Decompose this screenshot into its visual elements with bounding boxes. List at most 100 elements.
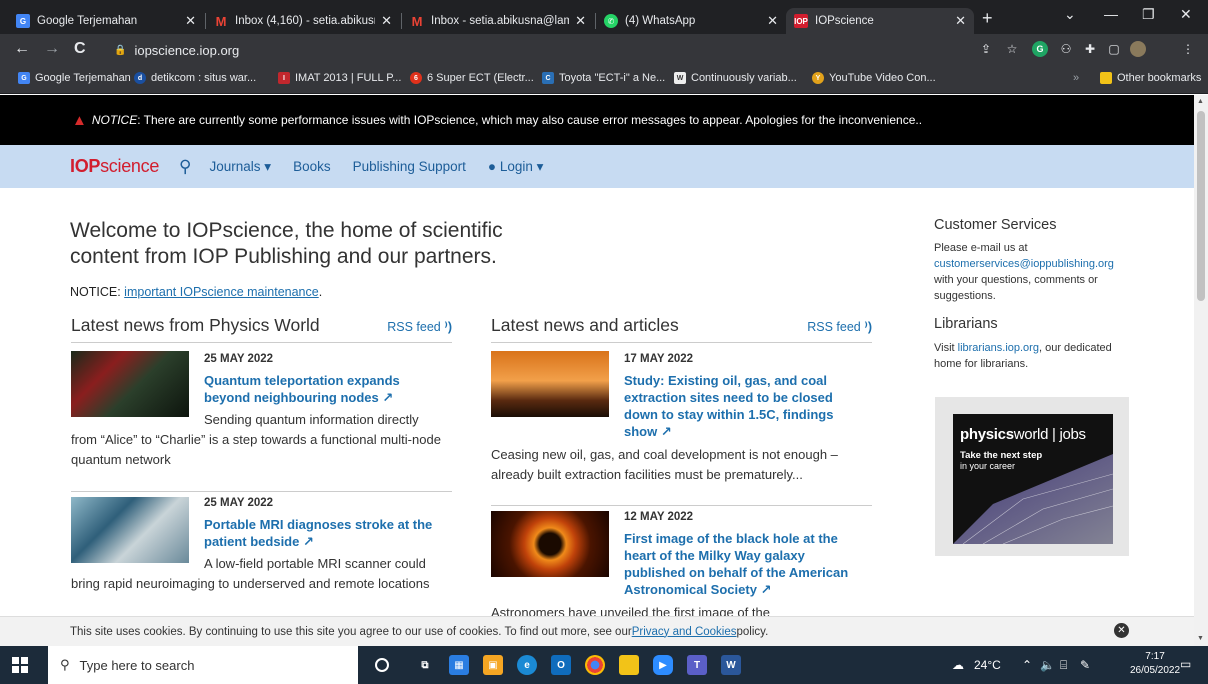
windows-start-icon[interactable]: [12, 657, 28, 673]
close-icon[interactable]: ✕: [955, 13, 966, 29]
gmail-icon: M: [411, 13, 423, 29]
page-content: ▲ NOTICE : There are currently some perf…: [0, 95, 1194, 646]
search-icon[interactable]: ⚲: [179, 157, 191, 177]
zoom-icon[interactable]: ▶: [653, 655, 673, 675]
weather-icon[interactable]: ☁: [952, 658, 964, 672]
article-title[interactable]: Study: Existing oil, gas, and coal extra…: [624, 372, 859, 440]
black-hole-article-image[interactable]: [491, 511, 609, 577]
puzzle-extensions-icon[interactable]: ✚: [1082, 41, 1098, 57]
forward-arrow-icon[interactable]: →: [44, 40, 60, 58]
menu-kebab-icon[interactable]: ⋮: [1180, 41, 1196, 57]
bookmark-super-ect[interactable]: 66 Super ECT (Electr...: [410, 72, 534, 84]
news-rss-link[interactable]: RSS feed ⁾): [807, 319, 872, 334]
privacy-cookies-link[interactable]: Privacy and Cookies: [632, 626, 737, 638]
teams-icon[interactable]: T: [687, 655, 707, 675]
address-bar[interactable]: 🔒 iopscience.iop.org: [100, 38, 970, 62]
close-icon[interactable]: ✕: [575, 13, 586, 29]
word-icon[interactable]: W: [721, 655, 741, 675]
close-icon[interactable]: ✕: [381, 13, 392, 29]
other-bookmarks[interactable]: Other bookmarks: [1100, 72, 1201, 84]
nav-login[interactable]: ● Login ▾: [488, 159, 543, 175]
bookmark-toyota[interactable]: C Toyota "ECT-i" a Ne...: [542, 72, 665, 84]
external-link-icon: ↗: [660, 424, 672, 439]
site-nav: IOPscience ⚲ Journals ▾ Books Publishing…: [0, 145, 1194, 188]
bookmark-star-icon[interactable]: ☆: [1004, 41, 1020, 57]
lock-icon[interactable]: 🔒: [114, 45, 126, 56]
grammarly-extension-icon[interactable]: G: [1032, 41, 1048, 57]
new-tab-button[interactable]: +: [982, 8, 993, 29]
close-cookie-button[interactable]: ✕: [1114, 623, 1129, 638]
ad-brand-text: physicsworld | jobs: [960, 426, 1086, 443]
warning-icon: ▲: [72, 111, 87, 129]
iopscience-logo[interactable]: IOPscience: [70, 156, 159, 177]
bookmark-detikcom[interactable]: d detikcom : situs war...: [134, 72, 256, 84]
article-title[interactable]: Quantum teleportation expands beyond nei…: [204, 372, 444, 406]
toyota-icon: C: [542, 72, 554, 84]
maintenance-link[interactable]: important IOPscience maintenance: [124, 285, 319, 299]
article-teaser-continued: from “Alice” to “Charlie” is a step towa…: [71, 432, 441, 467]
physics-world-heading: Latest news from Physics World RSS feed …: [71, 315, 452, 343]
tab-whatsapp[interactable]: ✆ (4) WhatsApp ✕: [596, 8, 786, 34]
close-icon[interactable]: ✕: [185, 13, 196, 29]
share-icon[interactable]: ⇪: [978, 41, 994, 57]
tab-bar: G Google Terjemahan ✕ M Inbox (4,160) - …: [0, 0, 1208, 34]
restore-button[interactable]: ❐: [1142, 6, 1155, 23]
physicsworld-jobs-ad[interactable]: physicsworld | jobs Take the next step in…: [935, 397, 1129, 556]
tab-gmail-1[interactable]: M Inbox (4,160) - setia.abikusna ✕: [206, 8, 400, 34]
notification-icon[interactable]: ▭: [1180, 657, 1191, 671]
tab-gmail-2[interactable]: M Inbox - setia.abikusna@lamt ✕: [402, 8, 594, 34]
customer-services-email[interactable]: customerservices@ioppublishing.org: [934, 256, 1154, 272]
mri-article-image[interactable]: [71, 497, 189, 563]
article-teaser: Sending quantum information directly: [204, 412, 419, 427]
bookmark-youtube[interactable]: Y YouTube Video Con...: [812, 72, 936, 84]
news-heading: Latest news and articles RSS feed ⁾): [491, 315, 872, 343]
reload-icon[interactable]: C: [74, 40, 86, 58]
bookmark-wikipedia[interactable]: W Continuously variab...: [674, 72, 797, 84]
page-scrollbar[interactable]: ▲ ▼: [1194, 95, 1208, 646]
quantum-article-image[interactable]: [71, 351, 189, 417]
close-icon[interactable]: ✕: [767, 13, 778, 29]
taskbar-clock[interactable]: 7:17 26/05/2022: [1130, 650, 1180, 678]
taskbar-search[interactable]: ⚲ Type here to search: [48, 646, 358, 684]
oil-article-image[interactable]: [491, 351, 609, 417]
article-title[interactable]: First image of the black hole at the hea…: [624, 530, 864, 598]
scroll-up-icon[interactable]: ▲: [1197, 98, 1204, 105]
tab-search-icon[interactable]: ⌄: [1064, 6, 1076, 23]
librarians-link[interactable]: librarians.iop.org: [958, 342, 1039, 354]
ad-tagline: Take the next step in your career: [960, 450, 1043, 471]
pen-icon[interactable]: ✎: [1080, 658, 1090, 672]
task-view-icon[interactable]: ⧉: [415, 655, 435, 675]
rss-icon: ⁾): [444, 320, 452, 334]
outlook-icon[interactable]: O: [551, 655, 571, 675]
bookmark-google-translate[interactable]: G Google Terjemahan: [18, 72, 131, 84]
nav-publishing-support[interactable]: Publishing Support: [353, 159, 466, 174]
weather-temp[interactable]: 24°C: [974, 658, 1001, 672]
volume-icon[interactable]: 🔈: [1040, 658, 1055, 672]
external-link-icon: ↗: [302, 534, 314, 549]
imat-icon: I: [278, 72, 290, 84]
scrollbar-thumb[interactable]: [1197, 111, 1205, 301]
physics-world-rss-link[interactable]: RSS feed ⁾): [387, 319, 452, 334]
avatar[interactable]: [1130, 41, 1146, 57]
article-title[interactable]: Portable MRI diagnoses stroke at the pat…: [204, 516, 449, 550]
minimize-button[interactable]: —: [1104, 6, 1118, 22]
edge-icon[interactable]: e: [517, 655, 537, 675]
chrome-icon[interactable]: [585, 655, 605, 675]
cortana-icon[interactable]: [375, 658, 389, 672]
back-arrow-icon[interactable]: ←: [14, 40, 30, 58]
side-panel-icon[interactable]: ▢: [1106, 41, 1122, 57]
store-icon[interactable]: ▣: [483, 655, 503, 675]
nav-books[interactable]: Books: [293, 159, 331, 174]
scroll-down-icon[interactable]: ▼: [1197, 635, 1204, 642]
extension-icon[interactable]: ⚇: [1058, 41, 1074, 57]
window-close-button[interactable]: ✕: [1180, 6, 1192, 23]
nav-journals[interactable]: Journals ▾: [210, 159, 272, 175]
file-explorer-icon[interactable]: [619, 655, 639, 675]
tab-google-translate[interactable]: G Google Terjemahan ✕: [8, 8, 204, 34]
calculator-icon[interactable]: ▦: [449, 655, 469, 675]
bookmark-imat[interactable]: I IMAT 2013 | FULL P...: [278, 72, 401, 84]
network-icon[interactable]: ⌸: [1060, 658, 1067, 673]
bookmarks-overflow-icon[interactable]: »: [1073, 72, 1079, 84]
tray-overflow-icon[interactable]: ⌃: [1022, 658, 1032, 672]
tab-iopscience[interactable]: IOP IOPscience ✕: [786, 8, 974, 34]
